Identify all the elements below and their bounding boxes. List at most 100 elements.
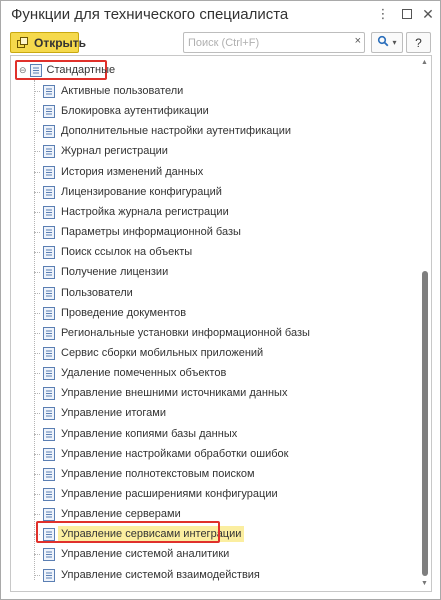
tree-item[interactable]: Параметры информационной базы (34, 222, 241, 242)
tree-item-label: Управление системой аналитики (61, 548, 230, 560)
tree-item[interactable]: Управление внешними источниками данных (34, 383, 288, 403)
tree-item[interactable]: Удаление помеченных объектов (34, 363, 226, 383)
report-icon (43, 366, 55, 380)
tree-connector (34, 474, 40, 475)
scrollbar[interactable]: ▲ ▼ (419, 57, 430, 588)
tree-item-label: Управление внешними источниками данных (61, 387, 288, 399)
window-title: Функции для технического специалиста (11, 6, 289, 23)
maximize-icon[interactable] (399, 6, 415, 22)
tree-connector (34, 131, 40, 132)
tree-item[interactable]: Получение лицензии (34, 262, 169, 282)
report-icon (43, 104, 55, 118)
report-icon (43, 84, 55, 98)
tree-item[interactable]: Лицензирование конфигураций (34, 182, 222, 202)
scrollbar-thumb[interactable] (422, 271, 428, 576)
tree-item[interactable]: Управление копиями базы данных (34, 424, 238, 444)
tree-panel: ⊖ Стандартные Активные пользователи Блоки… (10, 55, 432, 592)
search-button[interactable]: ▾ (371, 32, 403, 53)
toolbar: Открыть × ▾ ? (1, 31, 440, 55)
report-icon (43, 205, 55, 219)
open-icon (17, 36, 29, 50)
report-icon (43, 467, 55, 481)
tree-item-label: Получение лицензии (61, 266, 169, 278)
tree-connector (34, 111, 40, 112)
scroll-down-icon[interactable]: ▼ (420, 578, 429, 588)
tree-connector (34, 212, 40, 213)
tree-item[interactable]: Журнал регистрации (34, 141, 168, 161)
report-icon (43, 427, 55, 441)
search-input[interactable] (188, 36, 346, 49)
tree-item[interactable]: Управление системой взаимодействия (34, 565, 260, 585)
tree-root-standard[interactable]: ⊖ Стандартные (15, 60, 115, 80)
tree-root-label: Стандартные (46, 64, 116, 76)
tree-connector (34, 293, 40, 294)
report-icon (43, 447, 55, 461)
tree-connector (34, 272, 40, 273)
report-icon (43, 487, 55, 501)
tree-item[interactable]: Управление итогами (34, 403, 166, 423)
close-icon[interactable]: ✕ (420, 6, 436, 22)
tree-item[interactable]: Управление полнотекстовым поиском (34, 464, 255, 484)
tree-item-label: Лицензирование конфигураций (61, 186, 222, 198)
report-icon (43, 286, 55, 300)
tree-item-label: Управление копиями базы данных (61, 428, 238, 440)
tree-item-label: Блокировка аутентификации (61, 105, 209, 117)
tree-connector (34, 413, 40, 414)
help-button[interactable]: ? (406, 32, 431, 53)
tree-item[interactable]: Сервис сборки мобильных приложений (34, 343, 264, 363)
tree-item[interactable]: Активные пользователи (34, 81, 183, 101)
title-bar: Функции для технического специалиста ⋮ ✕ (1, 1, 440, 29)
tree-connector (34, 514, 40, 515)
group-icon (29, 63, 42, 77)
collapse-icon[interactable]: ⊖ (19, 65, 27, 76)
report-icon (43, 265, 55, 279)
tree-connector (34, 353, 40, 354)
open-button[interactable]: Открыть (10, 32, 86, 53)
tree-connector (34, 554, 40, 555)
tree-item[interactable]: Пользователи (34, 283, 133, 303)
tree-guide-line (34, 80, 35, 580)
tree-item[interactable]: Проведение документов (34, 303, 187, 323)
scroll-up-icon[interactable]: ▲ (420, 57, 429, 67)
tree-item-label: Настройка журнала регистрации (61, 206, 229, 218)
tree-connector (34, 494, 40, 495)
tree-item-label: Параметры информационной базы (61, 226, 241, 238)
report-icon (43, 225, 55, 239)
chevron-down-icon: ▾ (392, 38, 397, 47)
tree-item[interactable]: Управление расширениями конфигурации (34, 484, 278, 504)
tree-item[interactable]: Региональные установки информационной ба… (34, 323, 310, 343)
tree-item-label: Проведение документов (61, 307, 187, 319)
tree-item[interactable]: Дополнительные настройки аутентификации (34, 121, 291, 141)
report-icon (43, 346, 55, 360)
tree-connector (34, 313, 40, 314)
tree-item[interactable]: Управление системой аналитики (34, 544, 230, 564)
selection-highlight-frame (36, 521, 220, 543)
report-icon (43, 144, 55, 158)
tree-connector (34, 434, 40, 435)
tree-connector (34, 232, 40, 233)
tree-item[interactable]: Настройка журнала регистрации (34, 202, 229, 222)
tree-item[interactable]: История изменений данных (34, 162, 204, 182)
tree-item[interactable]: Управление настройками обработки ошибок (34, 444, 289, 464)
tree-connector (34, 192, 40, 193)
report-icon (43, 124, 55, 138)
tree-item-label: Управление итогами (61, 407, 166, 419)
clear-search-button[interactable]: × (355, 35, 361, 47)
report-icon (43, 406, 55, 420)
tree-item[interactable]: Блокировка аутентификации (34, 101, 209, 121)
search-icon (377, 34, 389, 52)
tree-item-label: Управление системой взаимодействия (61, 569, 260, 581)
tree-item-label: Сервис сборки мобильных приложений (61, 347, 264, 359)
report-icon (43, 507, 55, 521)
tree-item-label: Управление настройками обработки ошибок (61, 448, 289, 460)
tree-item-label: Журнал регистрации (61, 145, 168, 157)
more-vertical-icon[interactable]: ⋮ (375, 6, 391, 22)
tree-item-label: Управление расширениями конфигурации (61, 488, 278, 500)
tree-item-label: Управление полнотекстовым поиском (61, 468, 255, 480)
tree-connector (34, 172, 40, 173)
tree-item[interactable]: Поиск ссылок на объекты (34, 242, 192, 262)
tree-connector (34, 393, 40, 394)
tree-item-label: История изменений данных (61, 166, 204, 178)
report-icon (43, 185, 55, 199)
tree-item-label: Пользователи (61, 287, 133, 299)
